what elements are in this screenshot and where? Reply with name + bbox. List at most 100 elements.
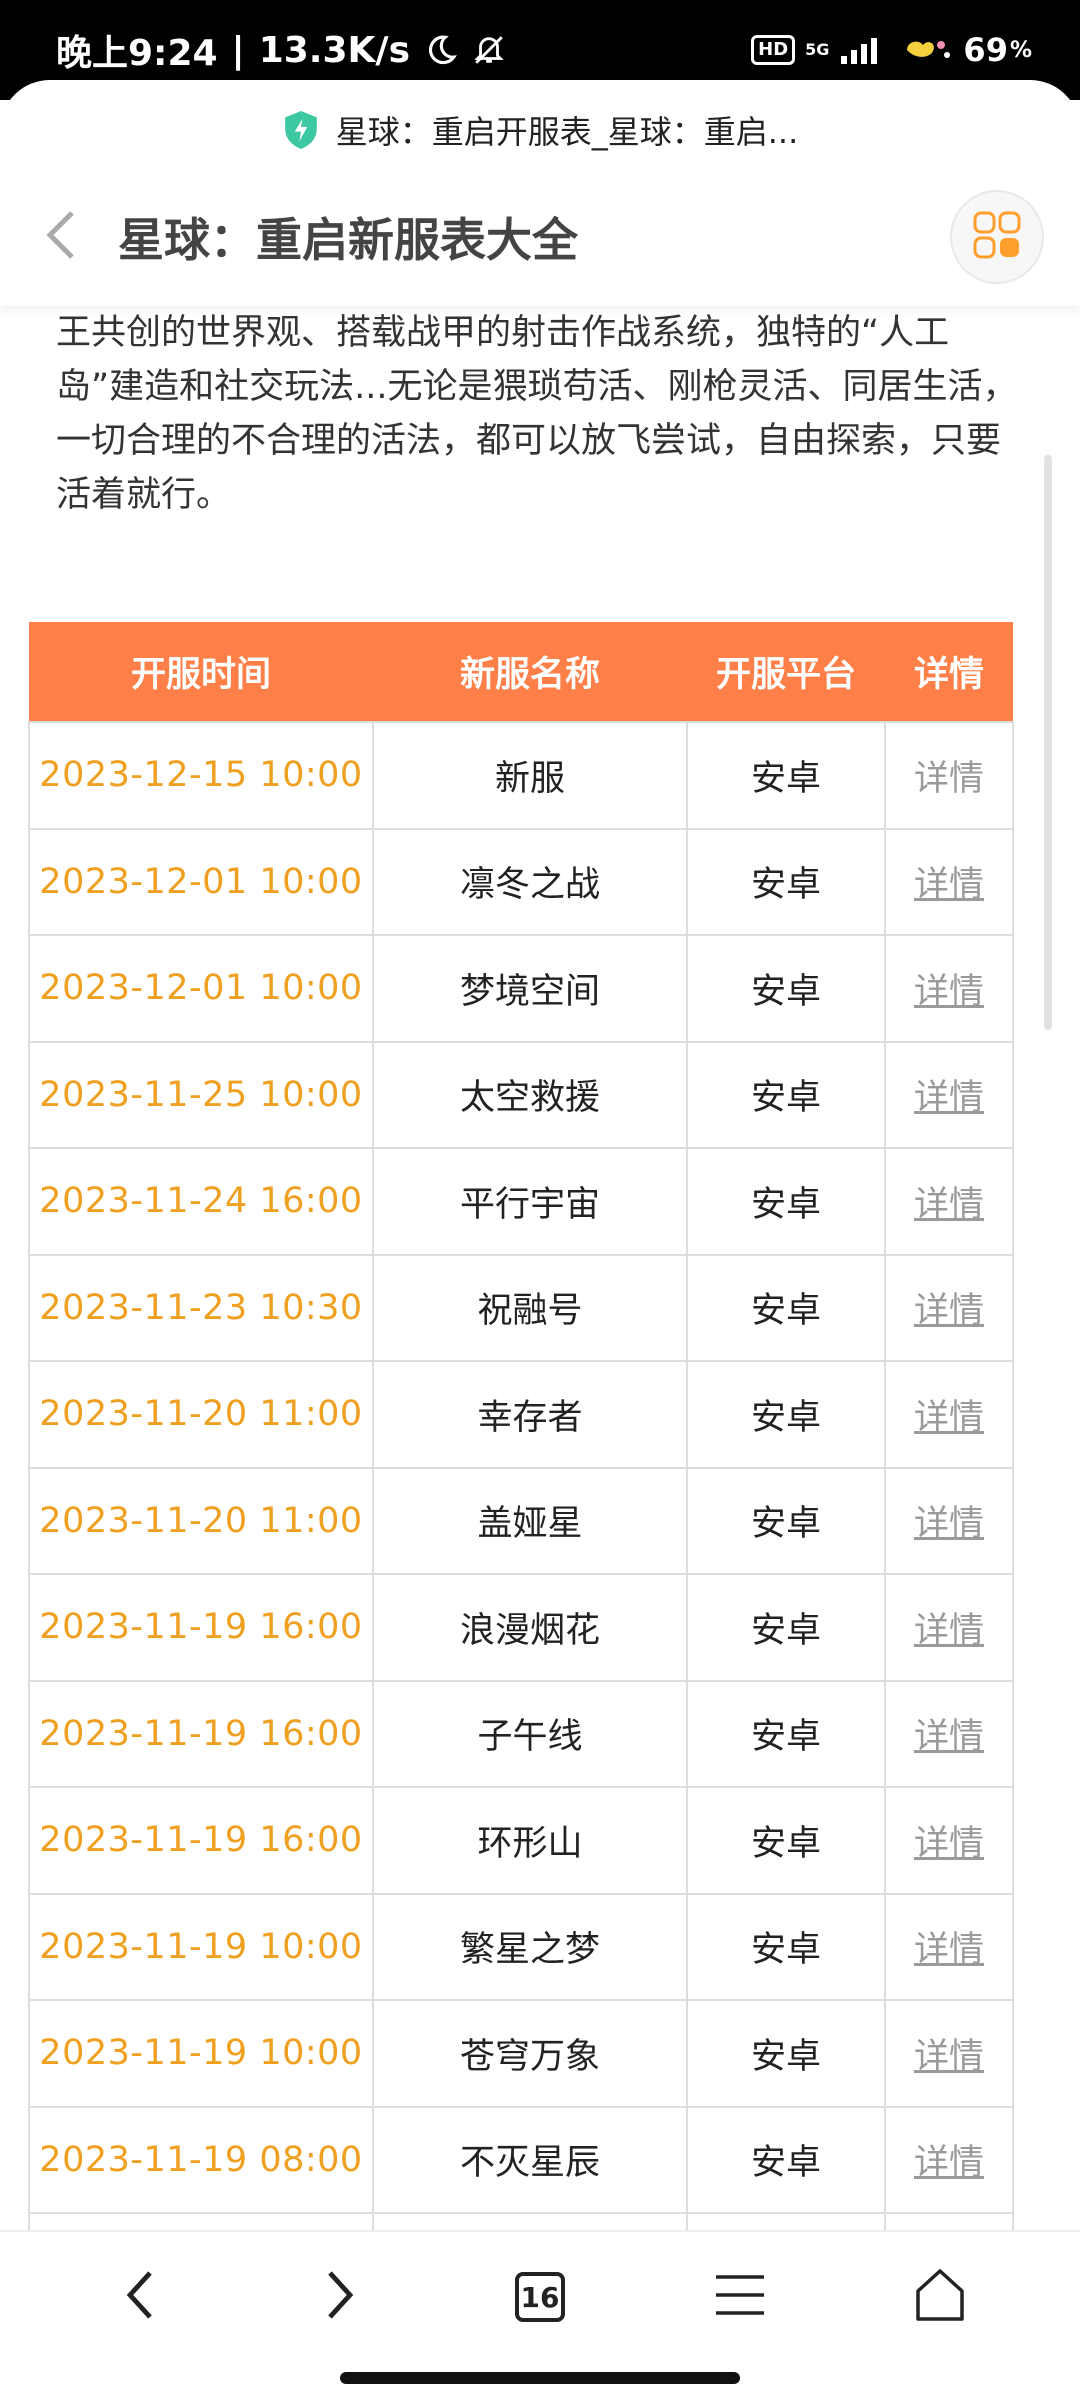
home-icon bbox=[912, 2267, 968, 2327]
server-table: 开服时间 新服名称 开服平台 详情 2023-12-15 10:00 新服 安卓 详情… bbox=[28, 622, 1014, 2230]
row-platform: 安卓 bbox=[686, 827, 886, 936]
url-title: 星球：重启开服表_星球：重启... bbox=[335, 113, 799, 151]
row-server-name: 繁星之梦 bbox=[372, 1892, 688, 2001]
detail-link[interactable]: 详情 bbox=[914, 1930, 984, 1970]
row-platform: 安卓 bbox=[686, 1892, 886, 2001]
moon-icon bbox=[424, 33, 458, 67]
battery-icon bbox=[897, 35, 953, 65]
row-time: 2023-11-20 11:00 bbox=[28, 1360, 374, 1469]
table-row: 2023-11-19 10:00 繁星之梦 安卓 详情 bbox=[28, 1892, 1014, 2001]
row-detail-cell bbox=[884, 2212, 1014, 2230]
table-row: 2023-11-24 16:00 平行宇宙 安卓 详情 bbox=[28, 1147, 1014, 1256]
row-server-name: 环形山 bbox=[372, 1786, 688, 1895]
bottom-nav: 16 bbox=[0, 2230, 1080, 2400]
detail-link[interactable]: 详情 bbox=[914, 1504, 984, 1544]
row-server-name: 浪漫烟花 bbox=[372, 1573, 688, 1682]
detail-link[interactable]: 详情 bbox=[914, 1824, 984, 1864]
back-button[interactable] bbox=[12, 189, 108, 285]
table-row: 2023-12-01 10:00 梦境空间 安卓 详情 bbox=[28, 934, 1014, 1043]
table-row: 2023-11-20 11:00 盖娅星 安卓 详情 bbox=[28, 1466, 1014, 1575]
page-header: 星球：重启新服表大全 bbox=[0, 168, 1080, 306]
row-server-name: 梦境空间 bbox=[372, 934, 688, 1043]
url-bar[interactable]: 星球：重启开服表_星球：重启... bbox=[0, 80, 1080, 180]
chevron-right-icon bbox=[322, 2269, 358, 2325]
row-time: 2023-11-20 11:00 bbox=[28, 1466, 374, 1575]
chevron-left-icon bbox=[122, 2269, 158, 2325]
home-indicator[interactable] bbox=[340, 2372, 740, 2384]
table-row: 2023-11-20 11:00 幸存者 安卓 详情 bbox=[28, 1360, 1014, 1469]
detail-link[interactable]: 详情 bbox=[914, 1717, 984, 1757]
row-platform: 安卓 bbox=[686, 934, 886, 1043]
tabs-button[interactable]: 16 bbox=[485, 2242, 595, 2352]
table-row: 2023-11-23 10:30 祝融号 安卓 详情 bbox=[28, 1253, 1014, 1362]
row-detail-cell: 详情 bbox=[884, 2105, 1014, 2214]
row-platform: 安卓 bbox=[686, 1679, 886, 1788]
status-left: 晚上9:24 | 13.3K/s bbox=[56, 24, 506, 76]
home-button[interactable] bbox=[885, 2242, 995, 2352]
header-detail: 详情 bbox=[885, 622, 1013, 722]
row-detail-cell: 详情 bbox=[884, 1466, 1014, 1575]
row-server-name: 子午线 bbox=[372, 1679, 688, 1788]
detail-link[interactable]: 详情 bbox=[914, 1185, 984, 1225]
row-server-name bbox=[372, 2212, 688, 2230]
detail-text: 详情 bbox=[913, 758, 984, 799]
row-time bbox=[28, 2212, 374, 2230]
hd-badge: HD bbox=[751, 35, 796, 65]
row-detail-cell: 详情 bbox=[884, 1892, 1014, 2001]
table-row: 2023-12-15 10:00 新服 安卓 详情 bbox=[28, 721, 1014, 830]
row-platform: 安卓 bbox=[686, 1999, 886, 2108]
row-server-name: 太空救援 bbox=[372, 1040, 688, 1149]
row-detail-cell: 详情 bbox=[884, 1999, 1014, 2108]
row-time: 2023-12-01 10:00 bbox=[28, 827, 374, 936]
row-time: 2023-12-15 10:00 bbox=[28, 721, 374, 830]
row-time: 2023-12-01 10:00 bbox=[28, 934, 374, 1043]
row-detail-cell: 详情 bbox=[884, 1573, 1014, 1682]
table-header-row: 开服时间 新服名称 开服平台 详情 bbox=[29, 622, 1013, 722]
detail-link[interactable]: 详情 bbox=[914, 865, 984, 905]
row-time: 2023-11-19 16:00 bbox=[28, 1786, 374, 1895]
row-detail-cell: 详情 bbox=[884, 1679, 1014, 1788]
table-row: 2023-11-25 10:00 太空救援 安卓 详情 bbox=[28, 1040, 1014, 1149]
row-platform: 安卓 bbox=[686, 2105, 886, 2214]
detail-link[interactable]: 详情 bbox=[914, 1078, 984, 1118]
detail-link[interactable]: 详情 bbox=[914, 1291, 984, 1331]
detail-link[interactable]: 详情 bbox=[914, 2037, 984, 2077]
detail-link[interactable]: 详情 bbox=[914, 1398, 984, 1438]
header-platform: 开服平台 bbox=[687, 622, 885, 722]
menu-button[interactable] bbox=[685, 2242, 795, 2352]
detail-link[interactable]: 详情 bbox=[914, 2143, 984, 2183]
table-row: 2023-11-19 16:00 浪漫烟花 安卓 详情 bbox=[28, 1573, 1014, 1682]
row-time: 2023-11-19 10:00 bbox=[28, 1999, 374, 2108]
row-detail-cell: 详情 bbox=[884, 1786, 1014, 1895]
shield-icon bbox=[282, 109, 320, 151]
article-content: 颠覆品类的画质革命、遥遥领先的降肝减氪改革、中国科幻天王共创的世界观、搭载战甲的… bbox=[0, 240, 1080, 2230]
menu-icon bbox=[714, 2273, 766, 2321]
row-server-name: 新服 bbox=[372, 721, 688, 830]
row-detail-cell: 详情 bbox=[884, 1360, 1014, 1469]
row-detail-cell: 详情 bbox=[884, 1147, 1014, 1256]
row-detail-cell: 详情 bbox=[884, 827, 1014, 936]
status-right: HD 5G 69% bbox=[751, 31, 1032, 69]
row-server-name: 凛冬之战 bbox=[372, 827, 688, 936]
row-time: 2023-11-19 08:00 bbox=[28, 2105, 374, 2214]
scrollbar[interactable] bbox=[1044, 455, 1052, 1030]
row-detail-cell: 详情 bbox=[884, 1040, 1014, 1149]
row-detail-cell: 详情 bbox=[884, 1253, 1014, 1362]
row-platform: 安卓 bbox=[686, 1253, 886, 1362]
row-detail-cell: 详情 bbox=[884, 721, 1014, 830]
apps-button[interactable] bbox=[950, 190, 1044, 284]
row-server-name: 不灭星辰 bbox=[372, 2105, 688, 2214]
row-platform: 安卓 bbox=[686, 721, 886, 830]
status-separator: | bbox=[231, 29, 245, 71]
network-speed: 13.3K/s bbox=[258, 29, 410, 71]
detail-link[interactable]: 详情 bbox=[914, 1611, 984, 1651]
row-time: 2023-11-25 10:00 bbox=[28, 1040, 374, 1149]
signal-icon bbox=[839, 34, 887, 66]
detail-link[interactable]: 详情 bbox=[914, 972, 984, 1012]
nav-back-button[interactable] bbox=[85, 2242, 195, 2352]
page-title: 星球：重启新服表大全 bbox=[118, 213, 578, 267]
bell-off-icon bbox=[472, 33, 506, 67]
row-time: 2023-11-19 10:00 bbox=[28, 1892, 374, 2001]
row-time: 2023-11-19 16:00 bbox=[28, 1679, 374, 1788]
nav-forward-button[interactable] bbox=[285, 2242, 395, 2352]
